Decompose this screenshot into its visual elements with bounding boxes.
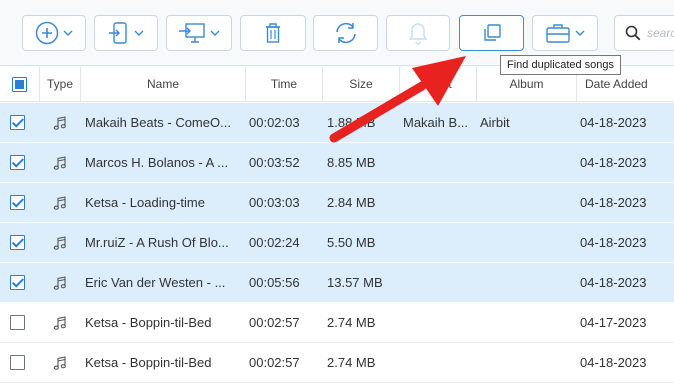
music-note-icon: [52, 235, 68, 256]
song-album: [480, 223, 575, 263]
song-artist: [403, 183, 475, 223]
row-checkbox[interactable]: [10, 315, 25, 330]
row-checkbox[interactable]: [10, 275, 25, 290]
computer-export-icon: [179, 23, 205, 43]
music-note-icon: [52, 315, 68, 336]
song-album: Airbit: [480, 115, 510, 130]
bell-icon: [408, 23, 428, 45]
refresh-icon: [335, 22, 356, 44]
find-duplicates-button[interactable]: [459, 15, 524, 51]
song-name: Mr.ruiZ - A Rush Of Blo...: [85, 235, 229, 250]
song-name: Ketsa - Boppin-til-Bed: [85, 355, 212, 370]
row-checkbox[interactable]: [10, 195, 25, 210]
chevron-down-icon: [210, 30, 220, 36]
music-note-icon: [52, 355, 68, 376]
song-album: [480, 183, 575, 223]
select-all-cell: [0, 67, 40, 102]
table-row[interactable]: Mr.ruiZ - A Rush Of Blo... 00:02:24 5.50 M…: [0, 223, 674, 263]
briefcase-icon: [546, 24, 570, 43]
song-artist: Makaih B...: [403, 115, 469, 130]
song-size: 2.84 MB: [327, 195, 376, 210]
song-name: Ketsa - Loading-time: [85, 195, 205, 210]
header-time[interactable]: Time: [246, 67, 323, 102]
table-row[interactable]: Makaih Beats - ComeO... 00:02:03 1.88 MB Ma…: [0, 103, 674, 143]
song-size: 2.74 MB: [327, 355, 376, 370]
row-checkbox[interactable]: [10, 355, 25, 370]
song-time: 00:02:57: [249, 355, 300, 370]
export-to-computer-button[interactable]: [166, 15, 232, 51]
header-type[interactable]: Type: [40, 67, 81, 102]
song-artist: [403, 263, 475, 303]
row-checkbox[interactable]: [10, 115, 25, 130]
table-row[interactable]: Ketsa - Boppin-til-Bed 00:02:57 2.74 MB 04-…: [0, 303, 674, 343]
delete-button[interactable]: [240, 15, 306, 51]
plus-circle-icon: [35, 21, 59, 45]
song-album: [480, 263, 575, 303]
song-date-added: 04-18-2023: [580, 195, 647, 210]
row-checkbox[interactable]: [10, 155, 25, 170]
song-size: 1.88 MB: [327, 115, 376, 130]
table-row[interactable]: Ketsa - Loading-time 00:03:03 2.84 MB 04-18…: [0, 183, 674, 223]
search-box[interactable]: [614, 15, 674, 51]
song-time: 00:02:03: [249, 115, 300, 130]
export-to-device-button[interactable]: [94, 15, 158, 51]
chevron-down-icon: [63, 30, 73, 36]
song-date-added: 04-18-2023: [580, 235, 647, 250]
header-size[interactable]: Size: [323, 67, 400, 102]
music-note-icon: [52, 155, 68, 176]
phone-export-icon: [109, 22, 127, 44]
song-artist: [403, 303, 475, 343]
song-size: 8.85 MB: [327, 155, 376, 170]
song-size: 13.57 MB: [327, 275, 383, 290]
song-size: 5.50 MB: [327, 235, 376, 250]
song-date-added: 04-17-2023: [580, 315, 647, 330]
refresh-button[interactable]: [313, 15, 378, 51]
tooltip: Find duplicated songs: [500, 55, 622, 75]
trash-icon: [266, 23, 280, 43]
table-row[interactable]: Marcos H. Bolanos - A ... 00:03:52 8.85 MB…: [0, 143, 674, 183]
song-artist: [403, 223, 475, 263]
song-name: Ketsa - Boppin-til-Bed: [85, 315, 212, 330]
song-name: Makaih Beats - ComeO...: [85, 115, 231, 130]
music-note-icon: [52, 115, 68, 136]
song-size: 2.74 MB: [327, 315, 376, 330]
header-name[interactable]: Name: [81, 67, 246, 102]
select-all-checkbox[interactable]: [12, 77, 27, 92]
row-checkbox[interactable]: [10, 235, 25, 250]
song-album: [480, 343, 575, 383]
song-time: 00:03:03: [249, 195, 300, 210]
header-artist[interactable]: Artist: [400, 67, 477, 102]
song-time: 00:03:52: [249, 155, 300, 170]
song-date-added: 04-18-2023: [580, 275, 647, 290]
song-name: Marcos H. Bolanos - A ...: [85, 155, 229, 170]
chevron-down-icon: [575, 30, 585, 36]
table-row[interactable]: Eric Van der Westen - ... 00:05:56 13.57 M…: [0, 263, 674, 303]
song-album: [480, 303, 575, 343]
add-button[interactable]: [22, 15, 86, 51]
song-artist: [403, 343, 475, 383]
toolbox-button[interactable]: [532, 15, 598, 51]
duplicate-icon: [483, 24, 501, 41]
search-input[interactable]: [647, 26, 674, 40]
song-time: 00:02:57: [249, 315, 300, 330]
song-artist: [403, 143, 475, 183]
song-time: 00:02:24: [249, 235, 300, 250]
song-name: Eric Van der Westen - ...: [85, 275, 226, 290]
chevron-down-icon: [134, 30, 144, 36]
song-date-added: 04-18-2023: [580, 115, 647, 130]
search-icon: [625, 25, 641, 41]
table-row[interactable]: Ketsa - Boppin-til-Bed 00:02:57 2.74 MB 04-…: [0, 343, 674, 383]
song-time: 00:05:56: [249, 275, 300, 290]
music-note-icon: [52, 275, 68, 296]
ringtone-button[interactable]: [386, 15, 450, 51]
song-date-added: 04-18-2023: [580, 355, 647, 370]
song-album: [480, 143, 575, 183]
music-note-icon: [52, 195, 68, 216]
song-date-added: 04-18-2023: [580, 155, 647, 170]
